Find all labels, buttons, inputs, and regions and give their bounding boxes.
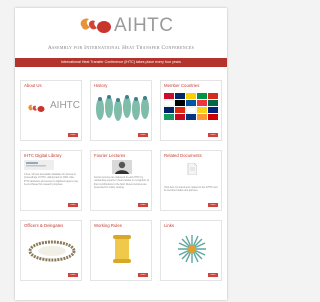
card-description: Fourier lectures are delivered at each I…	[94, 176, 150, 190]
card-title: History	[94, 83, 108, 88]
card-about-us[interactable]: About Us AIHTC more	[20, 80, 82, 141]
site-header: AIHTC Assembly for International Heat Tr…	[15, 8, 227, 68]
card-title: Officers & Delegates	[24, 223, 64, 228]
scroll-icon	[113, 235, 131, 263]
more-button[interactable]: more	[68, 273, 78, 277]
announcement-banner: International Heat Transfer Conference (…	[15, 58, 227, 67]
officers-group-image	[28, 240, 76, 262]
card-title: IHTC Digital Library	[24, 153, 62, 158]
flags-image	[164, 93, 218, 120]
portrait-image	[112, 160, 132, 174]
network-links-icon	[178, 235, 206, 263]
card-title: Member Countries	[164, 83, 200, 88]
card-links[interactable]: Links more	[160, 220, 222, 281]
card-related-documents[interactable]: Related Documents Click here for documen…	[160, 150, 222, 211]
more-button[interactable]: more	[68, 203, 78, 207]
history-image	[96, 95, 149, 121]
more-button[interactable]: more	[138, 273, 148, 277]
card-title: Links	[164, 223, 175, 228]
card-member-countries[interactable]: Member Countries more	[160, 80, 222, 141]
more-button[interactable]: more	[68, 133, 78, 137]
site-tagline: Assembly for International Heat Transfer…	[47, 45, 195, 51]
card-history[interactable]: History more	[90, 80, 152, 141]
card-title: Related Documents	[164, 153, 202, 158]
card-description: A free, full text accessible database fo…	[24, 173, 78, 187]
card-description: Click here for documents related to the …	[164, 186, 218, 193]
more-button[interactable]: more	[208, 203, 218, 207]
more-button[interactable]: more	[208, 273, 218, 277]
flame-logo-icon	[28, 104, 45, 112]
card-officers-delegates[interactable]: Officers & Delegates more	[20, 220, 82, 281]
more-button[interactable]: more	[138, 133, 148, 137]
card-title: About Us	[24, 83, 42, 88]
more-button[interactable]: more	[208, 133, 218, 137]
aihtc-logo: AIHTC	[26, 100, 80, 119]
logo-text: AIHTC	[114, 15, 174, 36]
site-logo[interactable]: AIHTC	[15, 14, 227, 40]
card-fourier-lectures[interactable]: Fourier Lectures Fourier lectures are de…	[90, 150, 152, 211]
card-title: Working Rules	[94, 223, 122, 228]
document-icon	[187, 163, 197, 175]
card-title: Fourier Lectures	[94, 153, 126, 158]
more-button[interactable]: more	[138, 203, 148, 207]
library-image	[24, 160, 54, 170]
card-ihtc-digital-library[interactable]: IHTC Digital Library A free, full text a…	[20, 150, 82, 211]
flame-logo-icon	[80, 18, 111, 33]
logo-text: AIHTC	[50, 100, 80, 111]
card-working-rules[interactable]: Working Rules more	[90, 220, 152, 281]
page: AIHTC Assembly for International Heat Tr…	[15, 8, 227, 300]
